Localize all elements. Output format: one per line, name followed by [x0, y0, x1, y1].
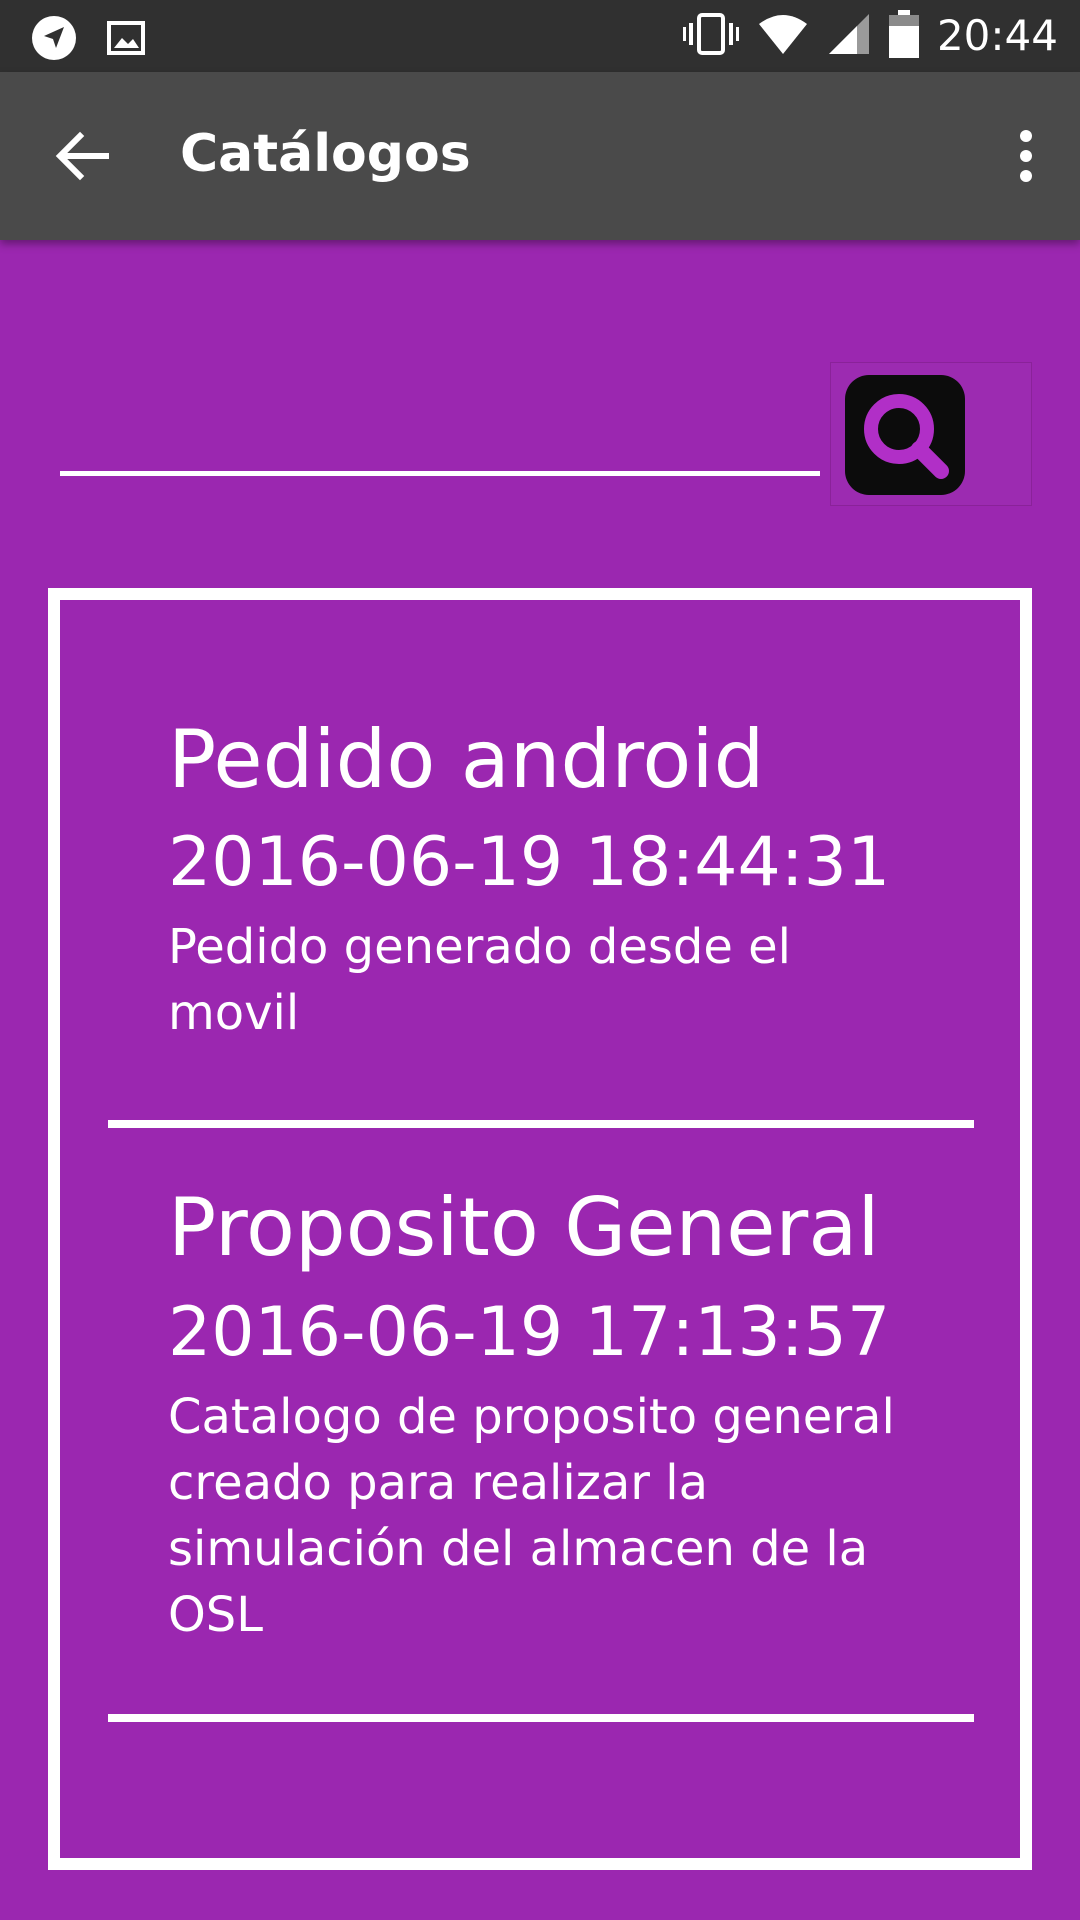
- status-bar: 20:44: [0, 0, 1080, 72]
- item-divider: [108, 1120, 974, 1128]
- list-item[interactable]: Pedido android 2016-06-19 18:44:31 Pedid…: [60, 600, 1020, 1152]
- item-divider: [108, 1714, 974, 1722]
- catalog-list: Pedido android 2016-06-19 18:44:31 Pedid…: [48, 588, 1032, 1870]
- wifi-icon: [757, 12, 809, 60]
- image-icon: [106, 18, 146, 62]
- overflow-menu-button[interactable]: [996, 126, 1056, 186]
- list-item[interactable]: Proposito General 2016-06-19 17:13:57 Ca…: [60, 1140, 1020, 1740]
- battery-icon: [888, 10, 919, 62]
- back-button[interactable]: [44, 118, 120, 194]
- catalog-date: 2016-06-19 18:44:31: [168, 823, 891, 902]
- search-button[interactable]: [830, 362, 1032, 506]
- vibrate-icon: [682, 11, 739, 61]
- navigation-icon: [30, 14, 78, 66]
- app-bar: Catálogos: [0, 72, 1080, 240]
- search-input[interactable]: [60, 410, 820, 476]
- catalog-description: Pedido generado desde el movil: [168, 919, 791, 1041]
- magnifier-icon: [864, 394, 949, 479]
- page-title: Catálogos: [180, 124, 471, 184]
- catalog-title: Pedido android: [168, 713, 765, 806]
- more-vert-icon: [1020, 130, 1032, 182]
- catalog-description: Catalogo de proposito general creado par…: [168, 1389, 895, 1643]
- status-time: 20:44: [936, 11, 1058, 60]
- search-button-tile: [845, 375, 965, 495]
- catalog-title: Proposito General: [168, 1181, 880, 1274]
- signal-icon: [827, 12, 871, 60]
- catalog-date: 2016-06-19 17:13:57: [168, 1293, 891, 1372]
- arrow-back-icon: [55, 131, 109, 181]
